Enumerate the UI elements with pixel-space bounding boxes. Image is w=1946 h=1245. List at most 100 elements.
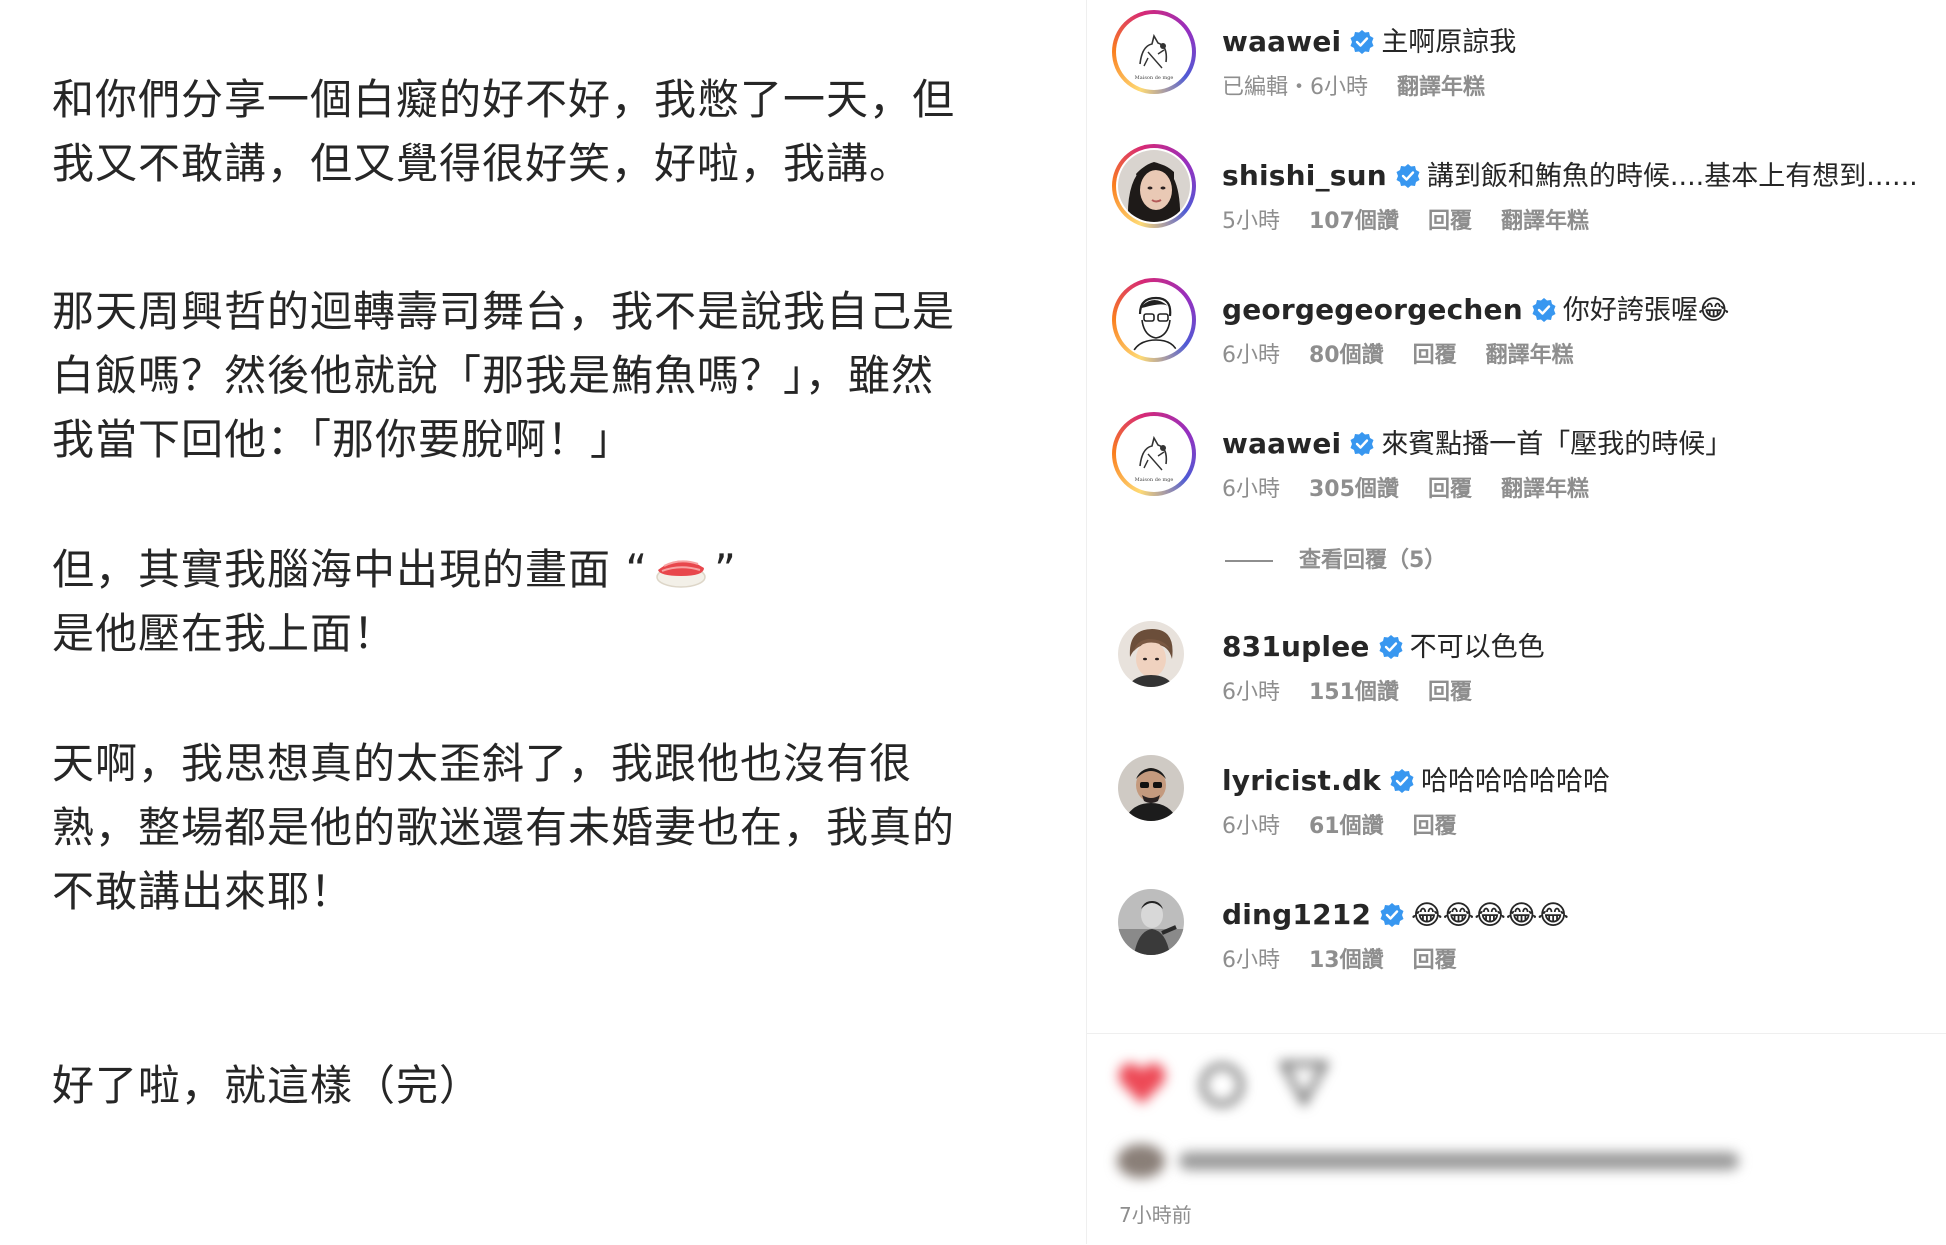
translate-link[interactable]: 翻譯年糕 [1397, 75, 1485, 100]
caption-line: 是他壓在我上面！ [52, 609, 397, 658]
caption-line: 好了啦，就這樣（完） [52, 1061, 483, 1110]
comment-meta: 6小時 80個讚 回覆 翻譯年糕 [1222, 342, 1596, 370]
comment-item: Maison de mge waawei 主啊原諒我 已編輯・6小時 翻譯年糕 [1112, 10, 1932, 130]
comment-item: Maison de mge waawei 來賓點播一首「壓我的時候」 6小時 30… [1112, 412, 1932, 532]
line-portrait-avatar-icon [1118, 284, 1190, 356]
verified-badge-icon [1350, 432, 1374, 456]
comment-item: 831uplee 不可以色色 6小時 151個讚 回覆 [1112, 615, 1932, 735]
avatar[interactable] [1118, 889, 1184, 955]
like-heart-icon[interactable] [1117, 1060, 1167, 1106]
comment-username[interactable]: waawei [1222, 25, 1341, 58]
caption-line: 不敢講出來耶！ [52, 867, 354, 916]
avatar[interactable]: Maison de mge [1112, 10, 1196, 94]
comment-item: lyricist.dk 哈哈哈哈哈哈哈 6小時 61個讚 回覆 [1112, 749, 1932, 869]
comment-username[interactable]: ding1212 [1222, 898, 1371, 931]
caption-line: 和你們分享一個白癡的好不好，我憋了一天，但 [52, 75, 956, 124]
caption-paragraph-3: 但，其實我腦海中出現的畫面 “ ” 是他壓在我上面！ [52, 538, 1052, 666]
comment-bubble-icon[interactable] [1197, 1060, 1247, 1110]
translate-link[interactable]: 翻譯年糕 [1486, 343, 1574, 368]
comment-header: shishi_sun 講到飯和鮪魚的時候....基本上有想到...... [1222, 158, 1918, 195]
caption-line: 熟，整場都是他的歌迷還有未婚妻也在，我真的 [52, 803, 956, 852]
comment-username[interactable]: 831uplee [1222, 630, 1370, 663]
reply-button[interactable]: 回覆 [1428, 209, 1472, 234]
comment-meta: 6小時 61個讚 回覆 [1222, 813, 1479, 841]
caption-line: 白飯嗎？然後他就說「那我是鮪魚嗎？」，雖然 [52, 351, 935, 400]
like-count[interactable]: 13個讚 [1309, 948, 1384, 973]
post-timestamp: 7小時前 [1119, 1203, 1192, 1227]
avatar[interactable] [1112, 144, 1196, 228]
verified-badge-icon [1380, 903, 1404, 927]
post-action-bar: 7小時前 [1087, 1033, 1946, 1245]
comment-item: georgegeorgechen 你好誇張喔😂 6小時 80個讚 回覆 翻譯年糕 [1112, 278, 1932, 398]
svg-text:Maison de mge: Maison de mge [1135, 477, 1174, 483]
comment-header: 831uplee 不可以色色 [1222, 629, 1545, 666]
comment-time: 6小時 [1222, 477, 1280, 502]
caption-paragraph-5: 好了啦，就這樣（完） [52, 1054, 1052, 1118]
comment-time: 6小時 [1222, 948, 1280, 973]
comment-time: 已編輯・6小時 [1222, 75, 1368, 100]
reply-button[interactable]: 回覆 [1428, 680, 1472, 705]
comment-time: 6小時 [1222, 343, 1280, 368]
avatar[interactable] [1112, 278, 1196, 362]
caption-line: 那天周興哲的迴轉壽司舞台，我不是說我自己是 [52, 287, 956, 336]
cat-sketch-avatar-icon: Maison de mge [1118, 418, 1190, 490]
comment-text: 主啊原諒我 [1381, 27, 1517, 58]
man-photo-avatar-icon [1118, 621, 1184, 687]
comment-header: ding1212 😂😂😂😂😂 [1222, 897, 1569, 934]
reply-button[interactable]: 回覆 [1428, 477, 1472, 502]
caption-paragraph-2: 那天周興哲的迴轉壽司舞台，我不是說我自己是 白飯嗎？然後他就說「那我是鮪魚嗎？」… [52, 280, 1052, 472]
man-dark-avatar-icon [1118, 755, 1184, 821]
comment-header: waawei 主啊原諒我 [1222, 24, 1516, 61]
liked-by-text [1179, 1152, 1739, 1170]
share-icon[interactable] [1279, 1058, 1329, 1108]
man-bw-avatar-icon [1118, 889, 1184, 955]
post-caption-panel: 和你們分享一個白癡的好不好，我憋了一天，但 我又不敢講，但又覺得很好笑，好啦，我… [0, 0, 1087, 1244]
comment-meta: 6小時 305個讚 回覆 翻譯年糕 [1222, 476, 1611, 504]
comment-username[interactable]: shishi_sun [1222, 159, 1387, 192]
comment-time: 5小時 [1222, 209, 1280, 234]
caption-line: 但，其實我腦海中出現的畫面 “ ” [52, 545, 737, 594]
comment-text: 來賓點播一首「壓我的時候」 [1381, 429, 1733, 460]
translate-link[interactable]: 翻譯年糕 [1501, 477, 1589, 502]
verified-badge-icon [1350, 30, 1374, 54]
cat-sketch-avatar-icon: Maison de mge [1118, 16, 1190, 88]
translate-link[interactable]: 翻譯年糕 [1501, 209, 1589, 234]
like-count[interactable]: 61個讚 [1309, 814, 1384, 839]
like-count[interactable]: 80個讚 [1309, 343, 1384, 368]
comment-header: georgegeorgechen 你好誇張喔😂 [1222, 292, 1729, 329]
caption-line: 我當下回他：「那你要脫啊！」 [52, 415, 634, 464]
comment-meta: 6小時 13個讚 回覆 [1222, 947, 1479, 975]
like-count[interactable]: 107個讚 [1309, 209, 1399, 234]
caption-paragraph-1: 和你們分享一個白癡的好不好，我憋了一天，但 我又不敢講，但又覺得很好笑，好啦，我… [52, 68, 1052, 196]
comment-item: ding1212 😂😂😂😂😂 6小時 13個讚 回覆 [1112, 883, 1932, 1003]
like-count[interactable]: 305個讚 [1309, 477, 1399, 502]
caption-line: 天啊，我思想真的太歪斜了，我跟他也沒有很 [52, 739, 913, 788]
reply-button[interactable]: 回覆 [1413, 343, 1457, 368]
verified-badge-icon [1390, 769, 1414, 793]
comment-meta: 5小時 107個讚 回覆 翻譯年糕 [1222, 208, 1611, 236]
view-replies-button[interactable]: 查看回覆（5） [1225, 542, 1446, 574]
like-count[interactable]: 151個讚 [1309, 680, 1399, 705]
comment-username[interactable]: lyricist.dk [1222, 764, 1381, 797]
avatar[interactable] [1118, 621, 1184, 687]
verified-badge-icon [1396, 164, 1420, 188]
svg-text:Maison de mge: Maison de mge [1135, 75, 1174, 81]
liked-by-avatar [1117, 1144, 1165, 1178]
comment-text: 你好誇張喔😂 [1562, 295, 1730, 326]
comment-text: 不可以色色 [1409, 632, 1545, 663]
verified-badge-icon [1379, 635, 1403, 659]
comment-username[interactable]: waawei [1222, 427, 1341, 460]
reply-button[interactable]: 回覆 [1413, 948, 1457, 973]
comment-time: 6小時 [1222, 814, 1280, 839]
comment-text: 😂😂😂😂😂 [1411, 900, 1569, 931]
comment-item: shishi_sun 講到飯和鮪魚的時候....基本上有想到...... 5小時 … [1112, 144, 1932, 264]
sushi-emoji-icon [656, 560, 706, 588]
replies-divider [1225, 560, 1273, 562]
avatar[interactable] [1118, 755, 1184, 821]
reply-button[interactable]: 回覆 [1413, 814, 1457, 839]
comment-username[interactable]: georgegeorgechen [1222, 293, 1523, 326]
comment-text: 講到飯和鮪魚的時候....基本上有想到...... [1426, 161, 1918, 192]
avatar[interactable]: Maison de mge [1112, 412, 1196, 496]
view-replies-label: 查看回覆（5） [1299, 548, 1447, 573]
comment-text: 哈哈哈哈哈哈哈 [1421, 766, 1611, 797]
